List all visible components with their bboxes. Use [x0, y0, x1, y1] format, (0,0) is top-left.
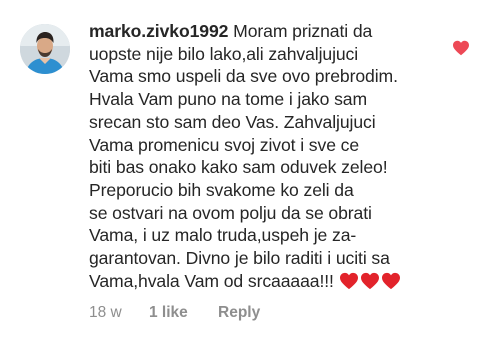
red-heart-icon [360, 272, 379, 289]
comment-line: Vama, i uz malo truda,uspeh je za- [89, 225, 357, 246]
comment: marko.zivko1992 Moram priznati da uopste… [0, 0, 500, 346]
comment-meta: 18 w 1 like Reply [89, 304, 260, 322]
comment-line: Hvala Vam puno na tome i jako sam [89, 89, 368, 110]
comment-line: Moram priznati da [228, 21, 373, 41]
comment-line: biti bas onako kako sam oduvek zeleo! [89, 157, 388, 178]
red-heart-icon [339, 272, 358, 289]
comment-line: Vama smo uspeli da sve ovo prebrodim. [89, 66, 398, 87]
username-link[interactable]: marko.zivko1992 [89, 21, 228, 41]
avatar[interactable] [20, 24, 70, 74]
emoji-hearts [339, 272, 402, 296]
reply-button[interactable]: Reply [218, 304, 260, 322]
like-button[interactable] [452, 40, 470, 56]
comment-line: se ostvari na ovom polju da se obrati [89, 202, 372, 223]
avatar-photo [20, 24, 70, 74]
red-heart-icon [381, 272, 400, 289]
comment-line: garantovan. Divno je bilo raditi i uciti… [89, 248, 390, 269]
heart-icon [453, 40, 469, 56]
comment-line: srecan sto sam deo Vas. Zahvaljujuci [89, 111, 376, 132]
likes-count[interactable]: 1 like [149, 304, 218, 322]
comment-line: Vama promenicu svoj zivot i sve ce [89, 134, 360, 155]
comment-line: uopste nije bilo lako,ali zahvaljujuci [89, 43, 359, 64]
comment-line: Vama,hvala Vam od srcaaaaa!!! [89, 270, 339, 291]
comment-line: Preporucio bih svakome ko zeli da [89, 179, 354, 200]
comment-time: 18 w [89, 304, 122, 321]
comment-body: marko.zivko1992 Moram priznati da uopste… [89, 20, 449, 295]
comment-text: marko.zivko1992 Moram priznati da uopste… [89, 20, 449, 295]
